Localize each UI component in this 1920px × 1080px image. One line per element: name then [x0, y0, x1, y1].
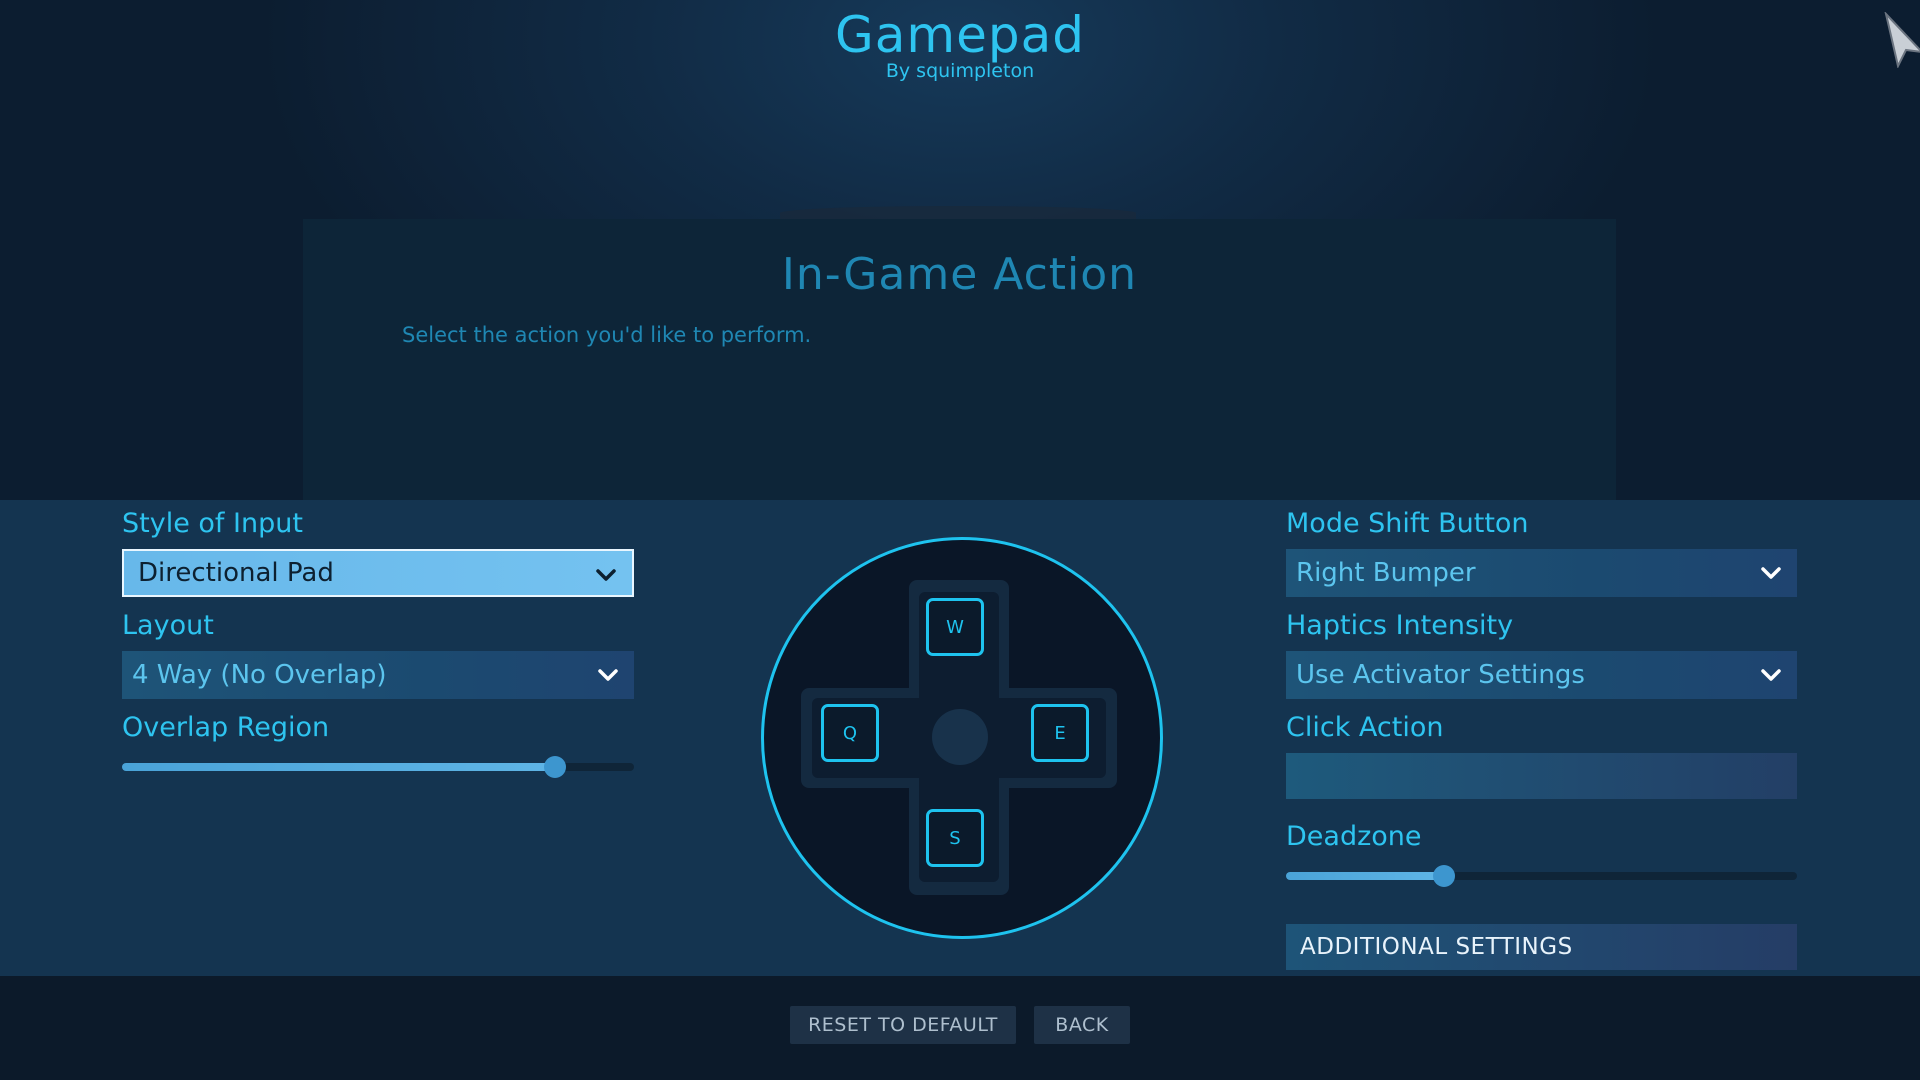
dpad-left-key[interactable]: Q: [821, 704, 879, 762]
layout-label: Layout: [122, 610, 214, 641]
style-of-input-dropdown[interactable]: Directional Pad: [122, 549, 634, 597]
overlap-region-slider[interactable]: [122, 756, 634, 778]
mouse-pointer-icon: [1884, 12, 1920, 68]
haptics-intensity-value: Use Activator Settings: [1296, 660, 1585, 690]
page-title: Gamepad: [835, 6, 1085, 64]
style-of-input-label: Style of Input: [122, 508, 303, 539]
deadzone-slider[interactable]: [1286, 865, 1797, 887]
additional-settings-button[interactable]: ADDITIONAL SETTINGS: [1286, 924, 1797, 970]
dpad-up-key[interactable]: W: [926, 598, 984, 656]
action-panel-description: Select the action you'd like to perform.: [402, 323, 812, 347]
action-panel-title: In-Game Action: [781, 249, 1138, 300]
page-subtitle: By squimpleton: [885, 60, 1035, 82]
click-action-label: Click Action: [1286, 712, 1444, 743]
chevron-down-icon: [596, 569, 616, 581]
layout-dropdown[interactable]: 4 Way (No Overlap): [122, 651, 634, 699]
mode-shift-label: Mode Shift Button: [1286, 508, 1529, 539]
deadzone-fill: [1286, 872, 1445, 880]
mode-shift-dropdown[interactable]: Right Bumper: [1286, 549, 1797, 597]
controller-silhouette: [780, 206, 1136, 220]
deadzone-label: Deadzone: [1286, 821, 1422, 852]
reset-to-default-button[interactable]: RESET TO DEFAULT: [790, 1006, 1016, 1044]
dpad-center: [932, 709, 988, 765]
back-button[interactable]: BACK: [1034, 1006, 1130, 1044]
chevron-down-icon: [1761, 669, 1781, 681]
click-action-field[interactable]: [1286, 753, 1797, 799]
layout-value: 4 Way (No Overlap): [132, 660, 387, 690]
style-of-input-value: Directional Pad: [138, 558, 334, 588]
overlap-region-fill: [122, 763, 555, 771]
chevron-down-icon: [598, 669, 618, 681]
in-game-action-panel: In-Game Action Select the action you'd l…: [303, 219, 1616, 500]
dpad-right-key[interactable]: E: [1031, 704, 1089, 762]
mode-shift-value: Right Bumper: [1296, 558, 1476, 588]
haptics-intensity-dropdown[interactable]: Use Activator Settings: [1286, 651, 1797, 699]
chevron-down-icon: [1761, 567, 1781, 579]
overlap-region-label: Overlap Region: [122, 712, 330, 743]
overlap-region-handle[interactable]: [543, 756, 566, 778]
haptics-intensity-label: Haptics Intensity: [1286, 610, 1514, 641]
dpad-down-key[interactable]: S: [926, 809, 984, 867]
